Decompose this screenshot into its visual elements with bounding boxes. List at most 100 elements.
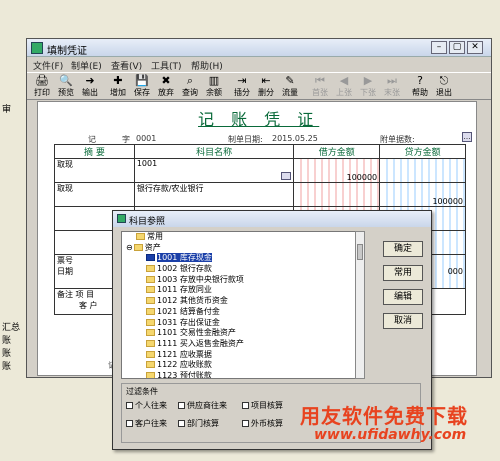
toolbar-label: 删分 <box>258 88 274 97</box>
tree-item[interactable]: 1121 应收票据 <box>122 350 360 361</box>
toolbar-next-button[interactable]: ▶ 下张 <box>357 74 379 100</box>
toolbar-add-button[interactable]: ✚ 增加 <box>107 74 129 100</box>
row-summary[interactable]: 取现 <box>54 158 135 183</box>
toolbar-balance-button[interactable]: ▥ 余额 <box>203 74 225 100</box>
tree-item[interactable]: 1003 存放中央银行款项 <box>122 275 360 286</box>
header-credit: 贷方金额 <box>379 144 466 159</box>
tree-item[interactable]: 1101 交易性金融资产 <box>122 328 360 339</box>
folder-icon <box>146 371 155 378</box>
folder-icon <box>146 339 155 347</box>
tree-item[interactable]: 1011 存放同业 <box>122 285 360 296</box>
toolbar-export-button[interactable]: ➜ 输出 <box>79 74 101 100</box>
tree-item-label: 资产 <box>144 242 161 252</box>
menu-help[interactable]: 帮助(H) <box>191 59 223 72</box>
toolbar-label: 末张 <box>384 88 400 97</box>
tree-item[interactable]: 1123 预付账款 <box>122 371 360 378</box>
toolbar-prev-button[interactable]: ◀ 上张 <box>333 74 355 100</box>
minimize-button[interactable]: – <box>431 41 447 54</box>
account-lookup-icon[interactable] <box>281 172 292 180</box>
dialog-app-icon <box>117 214 126 223</box>
dialog-titlebar: 科目参照 <box>113 211 431 227</box>
toolbar-help-button[interactable]: ? 帮助 <box>409 74 431 100</box>
filter-currency-checkbox[interactable]: 外币核算 <box>242 418 283 429</box>
toolbar-first-button[interactable]: ⏮ 首张 <box>309 74 331 100</box>
tree-item[interactable]: 1012 其他货币资金 <box>122 296 360 307</box>
toolbar: 🖨 打印 🔍 预览 ➜ 输出 ✚ 增加 💾 保存 ✖ 放弃 ⌕ 查询 ▥ 余额 ⇥ 插分 ⇤ 删分 ✎ 流量 ⏮ 首张 ◀ 上张 ▶… <box>27 72 491 100</box>
folder-icon <box>146 265 155 273</box>
expand-icon[interactable]: ⊖ <box>126 243 133 252</box>
menu-edit[interactable]: 制单(E) <box>71 59 102 72</box>
exit-icon: ⎋ <box>439 74 449 87</box>
menu-tools[interactable]: 工具(T) <box>151 59 182 72</box>
customer-label: 客 户 <box>79 301 98 310</box>
filter-department-checkbox[interactable]: 部门核算 <box>178 418 219 429</box>
folder-icon <box>136 233 145 240</box>
toolbar-query-button[interactable]: ⌕ 查询 <box>179 74 201 100</box>
tree-item-label: 1003 存放中央银行款项 <box>157 274 244 284</box>
menu-bar: 文件(F) 制单(E) 查看(V) 工具(T) 帮助(H) <box>27 58 491 72</box>
watermark-title: 用友软件免费下载 <box>300 404 468 428</box>
tree-item[interactable]: 1021 结算备付金 <box>122 307 360 318</box>
toolbar-discard-button[interactable]: ✖ 放弃 <box>155 74 177 100</box>
tree-item-label: 1011 存放同业 <box>157 285 212 295</box>
tree-item[interactable]: 1001 库存现金 <box>122 253 360 264</box>
voucher-no[interactable]: 0001 <box>136 134 156 143</box>
restore-button[interactable]: ▢ <box>449 41 465 54</box>
folder-icon <box>146 275 155 283</box>
toolbar-preview-button[interactable]: 🔍 预览 <box>55 74 77 100</box>
filter-personal-checkbox[interactable]: 个人往来 <box>126 400 167 411</box>
toolbar-insert-row-button[interactable]: ⇥ 插分 <box>231 74 253 100</box>
toolbar-printer-button[interactable]: 🖨 打印 <box>31 74 53 100</box>
tree-item[interactable]: 1031 存出保证金 <box>122 318 360 329</box>
row-debit[interactable]: 100000 <box>293 158 381 183</box>
filter-customer-checkbox[interactable]: 客户往来 <box>126 418 167 429</box>
row-credit[interactable]: 100000 <box>379 182 466 207</box>
row-summary[interactable]: 取现 <box>54 182 135 207</box>
row-credit[interactable] <box>379 158 466 183</box>
remark-label: 备注 <box>57 290 73 299</box>
menu-view[interactable]: 查看(V) <box>111 59 142 72</box>
close-button[interactable]: ✕ <box>467 41 483 54</box>
add-icon: ✚ <box>113 74 123 87</box>
toolbar-flow-button[interactable]: ✎ 流量 <box>279 74 301 100</box>
edit-button[interactable]: 编辑 <box>383 289 423 305</box>
scrollbar-thumb[interactable] <box>357 244 363 260</box>
ok-button[interactable]: 确定 <box>383 241 423 257</box>
tree-item[interactable]: 常用 <box>122 232 360 243</box>
tree-item-label: 1121 应收票据 <box>157 349 212 359</box>
first-icon: ⏮ <box>315 74 325 87</box>
toolbar-exit-button[interactable]: ⎋ 退出 <box>433 74 455 100</box>
date-value[interactable]: 2015.05.25 <box>272 134 318 143</box>
tree-item-label: 1012 其他货币资金 <box>157 296 228 306</box>
help-icon: ? <box>417 74 423 87</box>
tree-item-label: 常用 <box>147 232 163 241</box>
cancel-button[interactable]: 取消 <box>383 313 423 329</box>
flow-icon: ✎ <box>285 74 295 87</box>
background-label: 账 <box>2 336 12 346</box>
folder-icon <box>146 254 155 262</box>
row-debit[interactable] <box>293 182 381 207</box>
common-button[interactable]: 常用 <box>383 265 423 281</box>
tree-item[interactable]: 1122 应收账款 <box>122 360 360 371</box>
toolbar-last-button[interactable]: ⏭ 末张 <box>381 74 403 100</box>
table-row: 取现 银行存款/农业银行 100000 <box>54 182 466 207</box>
printer-icon: 🖨 <box>35 74 49 87</box>
tree-item-label: 1001 库存现金 <box>157 253 212 263</box>
dialog-title: 科目参照 <box>129 217 166 227</box>
menu-file[interactable]: 文件(F) <box>33 59 63 72</box>
row-account[interactable]: 1001 <box>133 158 295 183</box>
tree-item[interactable]: ⊖ 资产 <box>122 243 360 254</box>
toolbar-label: 查询 <box>182 88 198 97</box>
toolbar-delete-row-button[interactable]: ⇤ 删分 <box>255 74 277 100</box>
app-icon <box>31 42 43 54</box>
toolbar-label: 上张 <box>336 88 352 97</box>
row-account[interactable]: 银行存款/农业银行 <box>133 182 295 207</box>
toolbar-save-button[interactable]: 💾 保存 <box>131 74 153 100</box>
preview-icon: 🔍 <box>59 74 73 87</box>
tree-scrollbar[interactable] <box>355 231 365 379</box>
tree-item[interactable]: 1111 买入返售金融资产 <box>122 339 360 350</box>
filter-supplier-checkbox[interactable]: 供应商往来 <box>178 400 227 411</box>
filter-project-checkbox[interactable]: 项目核算 <box>242 400 283 411</box>
attach-lookup-icon[interactable]: … <box>462 132 472 142</box>
tree-item[interactable]: 1002 银行存款 <box>122 264 360 275</box>
